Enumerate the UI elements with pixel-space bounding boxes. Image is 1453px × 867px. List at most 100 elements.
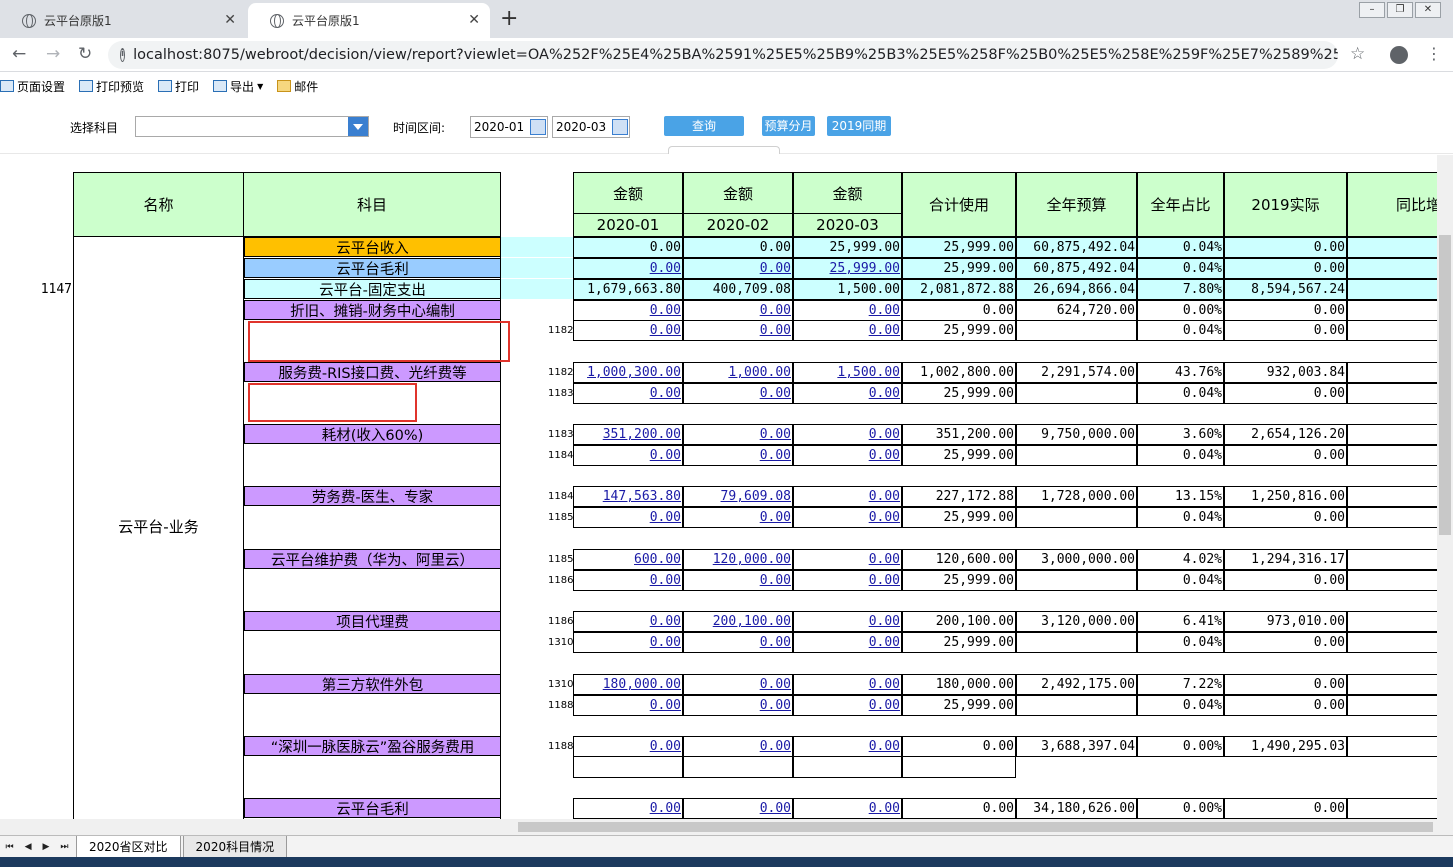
sheet-tab-subject[interactable]: 2020科目情况 — [182, 835, 288, 858]
last-sheet-icon[interactable]: ⏭ — [60, 842, 68, 852]
row-subject[interactable]: 服务费-RIS接口费、光纤费等 — [244, 362, 501, 382]
vertical-scrollbar[interactable] — [1437, 155, 1453, 819]
amount-v1[interactable]: 0.00 — [573, 570, 683, 591]
amount-v1[interactable]: 147,563.80 — [573, 486, 683, 507]
amount-v3[interactable]: 0.00 — [793, 445, 902, 466]
row-subject[interactable]: 云平台毛利 — [244, 798, 501, 818]
amount-v1[interactable]: 0.00 — [573, 258, 683, 279]
end-date-field[interactable]: 2020-03 — [552, 116, 630, 138]
amount-v2[interactable]: 120,000.00 — [683, 549, 793, 570]
amount-v3[interactable]: 1,500.00 — [793, 362, 902, 383]
row-subject[interactable]: 折旧、摊销-财务中心编制 — [244, 300, 501, 320]
sheet-tab-province[interactable]: 2020省区对比 — [76, 835, 181, 858]
amount-v2[interactable]: 0.00 — [683, 798, 793, 819]
info-icon[interactable]: i — [120, 48, 126, 62]
amount-v3[interactable]: 0.00 — [793, 570, 902, 591]
row-subject[interactable]: 劳务费-医生、专家 — [244, 486, 501, 506]
horizontal-scrollbar[interactable] — [0, 819, 1453, 835]
restore-icon[interactable]: ❐ — [1387, 2, 1413, 18]
amount-v3[interactable]: 0.00 — [793, 549, 902, 570]
amount-v1[interactable]: 0.00 — [573, 383, 683, 404]
amount-v1[interactable]: 0.00 — [573, 798, 683, 819]
browser-tab-2[interactable]: 云平台原版1 ✕ — [248, 3, 490, 38]
amount-v2[interactable]: 0.00 — [683, 320, 793, 341]
same-period-button[interactable]: 2019同期 — [827, 116, 891, 136]
amount-v2[interactable]: 200,100.00 — [683, 611, 793, 632]
scroll-thumb[interactable] — [1439, 235, 1451, 535]
back-icon[interactable]: ← — [12, 44, 26, 64]
menu-kebab-icon[interactable]: ⋮ — [1426, 44, 1442, 63]
amount-v2[interactable]: 0.00 — [683, 424, 793, 445]
amount-v1[interactable]: 180,000.00 — [573, 674, 683, 695]
amount-v1[interactable]: 0.00 — [573, 320, 683, 341]
amount-v2[interactable]: 0.00 — [683, 570, 793, 591]
amount-v1[interactable]: 0.00 — [573, 300, 683, 321]
amount-v2[interactable]: 0.00 — [683, 674, 793, 695]
amount-v3[interactable]: 0.00 — [793, 320, 902, 341]
amount-v1[interactable]: 0.00 — [573, 736, 683, 757]
amount-v1[interactable]: 0.00 — [573, 507, 683, 528]
collapse-toggle[interactable] — [668, 146, 780, 154]
url-field[interactable]: i localhost:8075/webroot/decision/view/r… — [108, 41, 1338, 69]
amount-v3[interactable]: 0.00 — [793, 424, 902, 445]
amount-v2[interactable]: 0.00 — [683, 632, 793, 653]
amount-v3[interactable] — [793, 757, 902, 778]
amount-v3[interactable]: 0.00 — [793, 300, 902, 321]
amount-v1[interactable]: 351,200.00 — [573, 424, 683, 445]
row-subject[interactable]: 云平台毛利 — [244, 258, 501, 278]
amount-v2[interactable] — [683, 757, 793, 778]
row-subject[interactable]: 云平台-固定支出 — [244, 279, 501, 299]
prev-sheet-icon[interactable]: ◀ — [25, 842, 32, 852]
amount-v2[interactable]: 1,000.00 — [683, 362, 793, 383]
export-button[interactable]: 导出 ▼ — [213, 78, 263, 95]
close-icon[interactable]: ✕ — [468, 12, 480, 28]
amount-v2[interactable]: 0.00 — [683, 300, 793, 321]
browser-tab-1[interactable]: 云平台原版1 ✕ — [0, 3, 246, 38]
amount-v1[interactable]: 1,000,300.00 — [573, 362, 683, 383]
amount-v3[interactable]: 0.00 — [793, 632, 902, 653]
amount-v1[interactable] — [573, 757, 683, 778]
start-date-field[interactable]: 2020-01 — [470, 116, 548, 138]
close-icon[interactable]: ✕ — [224, 12, 236, 28]
amount-v3[interactable]: 0.00 — [793, 695, 902, 716]
profile-avatar-icon[interactable] — [1390, 46, 1408, 64]
amount-v2[interactable]: 0.00 — [683, 383, 793, 404]
bookmark-star-icon[interactable]: ☆ — [1350, 44, 1365, 64]
subject-select[interactable] — [135, 116, 369, 137]
amount-v1[interactable]: 0.00 — [573, 611, 683, 632]
amount-v3[interactable]: 0.00 — [793, 383, 902, 404]
reload-icon[interactable]: ↻ — [78, 44, 92, 64]
amount-v1[interactable]: 600.00 — [573, 549, 683, 570]
row-subject[interactable]: “深圳一脉医脉云”盈谷服务费用 — [244, 736, 501, 756]
amount-v3[interactable]: 0.00 — [793, 674, 902, 695]
first-sheet-icon[interactable]: ⏮ — [5, 842, 13, 852]
scroll-thumb[interactable] — [518, 822, 1433, 832]
amount-v1[interactable]: 0.00 — [573, 632, 683, 653]
print-button[interactable]: 打印 — [158, 78, 199, 95]
amount-v3[interactable]: 0.00 — [793, 798, 902, 819]
print-preview-button[interactable]: 打印预览 — [79, 78, 144, 95]
query-button[interactable]: 查询 — [664, 116, 744, 136]
row-subject[interactable]: 云平台收入 — [244, 237, 501, 257]
amount-v2[interactable]: 79,609.08 — [683, 486, 793, 507]
forward-icon[interactable]: → — [46, 44, 60, 64]
page-setup-button[interactable]: 页面设置 — [0, 78, 65, 95]
amount-v3[interactable]: 0.00 — [793, 611, 902, 632]
row-subject[interactable]: 第三方软件外包 — [244, 674, 501, 694]
amount-v3[interactable]: 0.00 — [793, 736, 902, 757]
calendar-icon[interactable] — [530, 119, 546, 135]
amount-v3[interactable]: 25,999.00 — [793, 258, 902, 279]
calendar-icon[interactable] — [612, 119, 628, 135]
amount-v2[interactable]: 0.00 — [683, 507, 793, 528]
mail-button[interactable]: 邮件 — [277, 78, 318, 95]
row-subject[interactable]: 耗材(收入60%) — [244, 424, 501, 444]
amount-v2[interactable]: 0.00 — [683, 736, 793, 757]
next-sheet-icon[interactable]: ▶ — [42, 842, 49, 852]
budget-split-button[interactable]: 预算分月 — [762, 116, 815, 136]
amount-v1[interactable]: 0.00 — [573, 695, 683, 716]
chevron-down-icon[interactable] — [348, 117, 368, 136]
amount-v2[interactable]: 0.00 — [683, 695, 793, 716]
row-subject[interactable]: 云平台维护费（华为、阿里云） — [244, 549, 501, 569]
new-tab-icon[interactable]: + — [500, 6, 518, 31]
amount-v3[interactable]: 0.00 — [793, 507, 902, 528]
